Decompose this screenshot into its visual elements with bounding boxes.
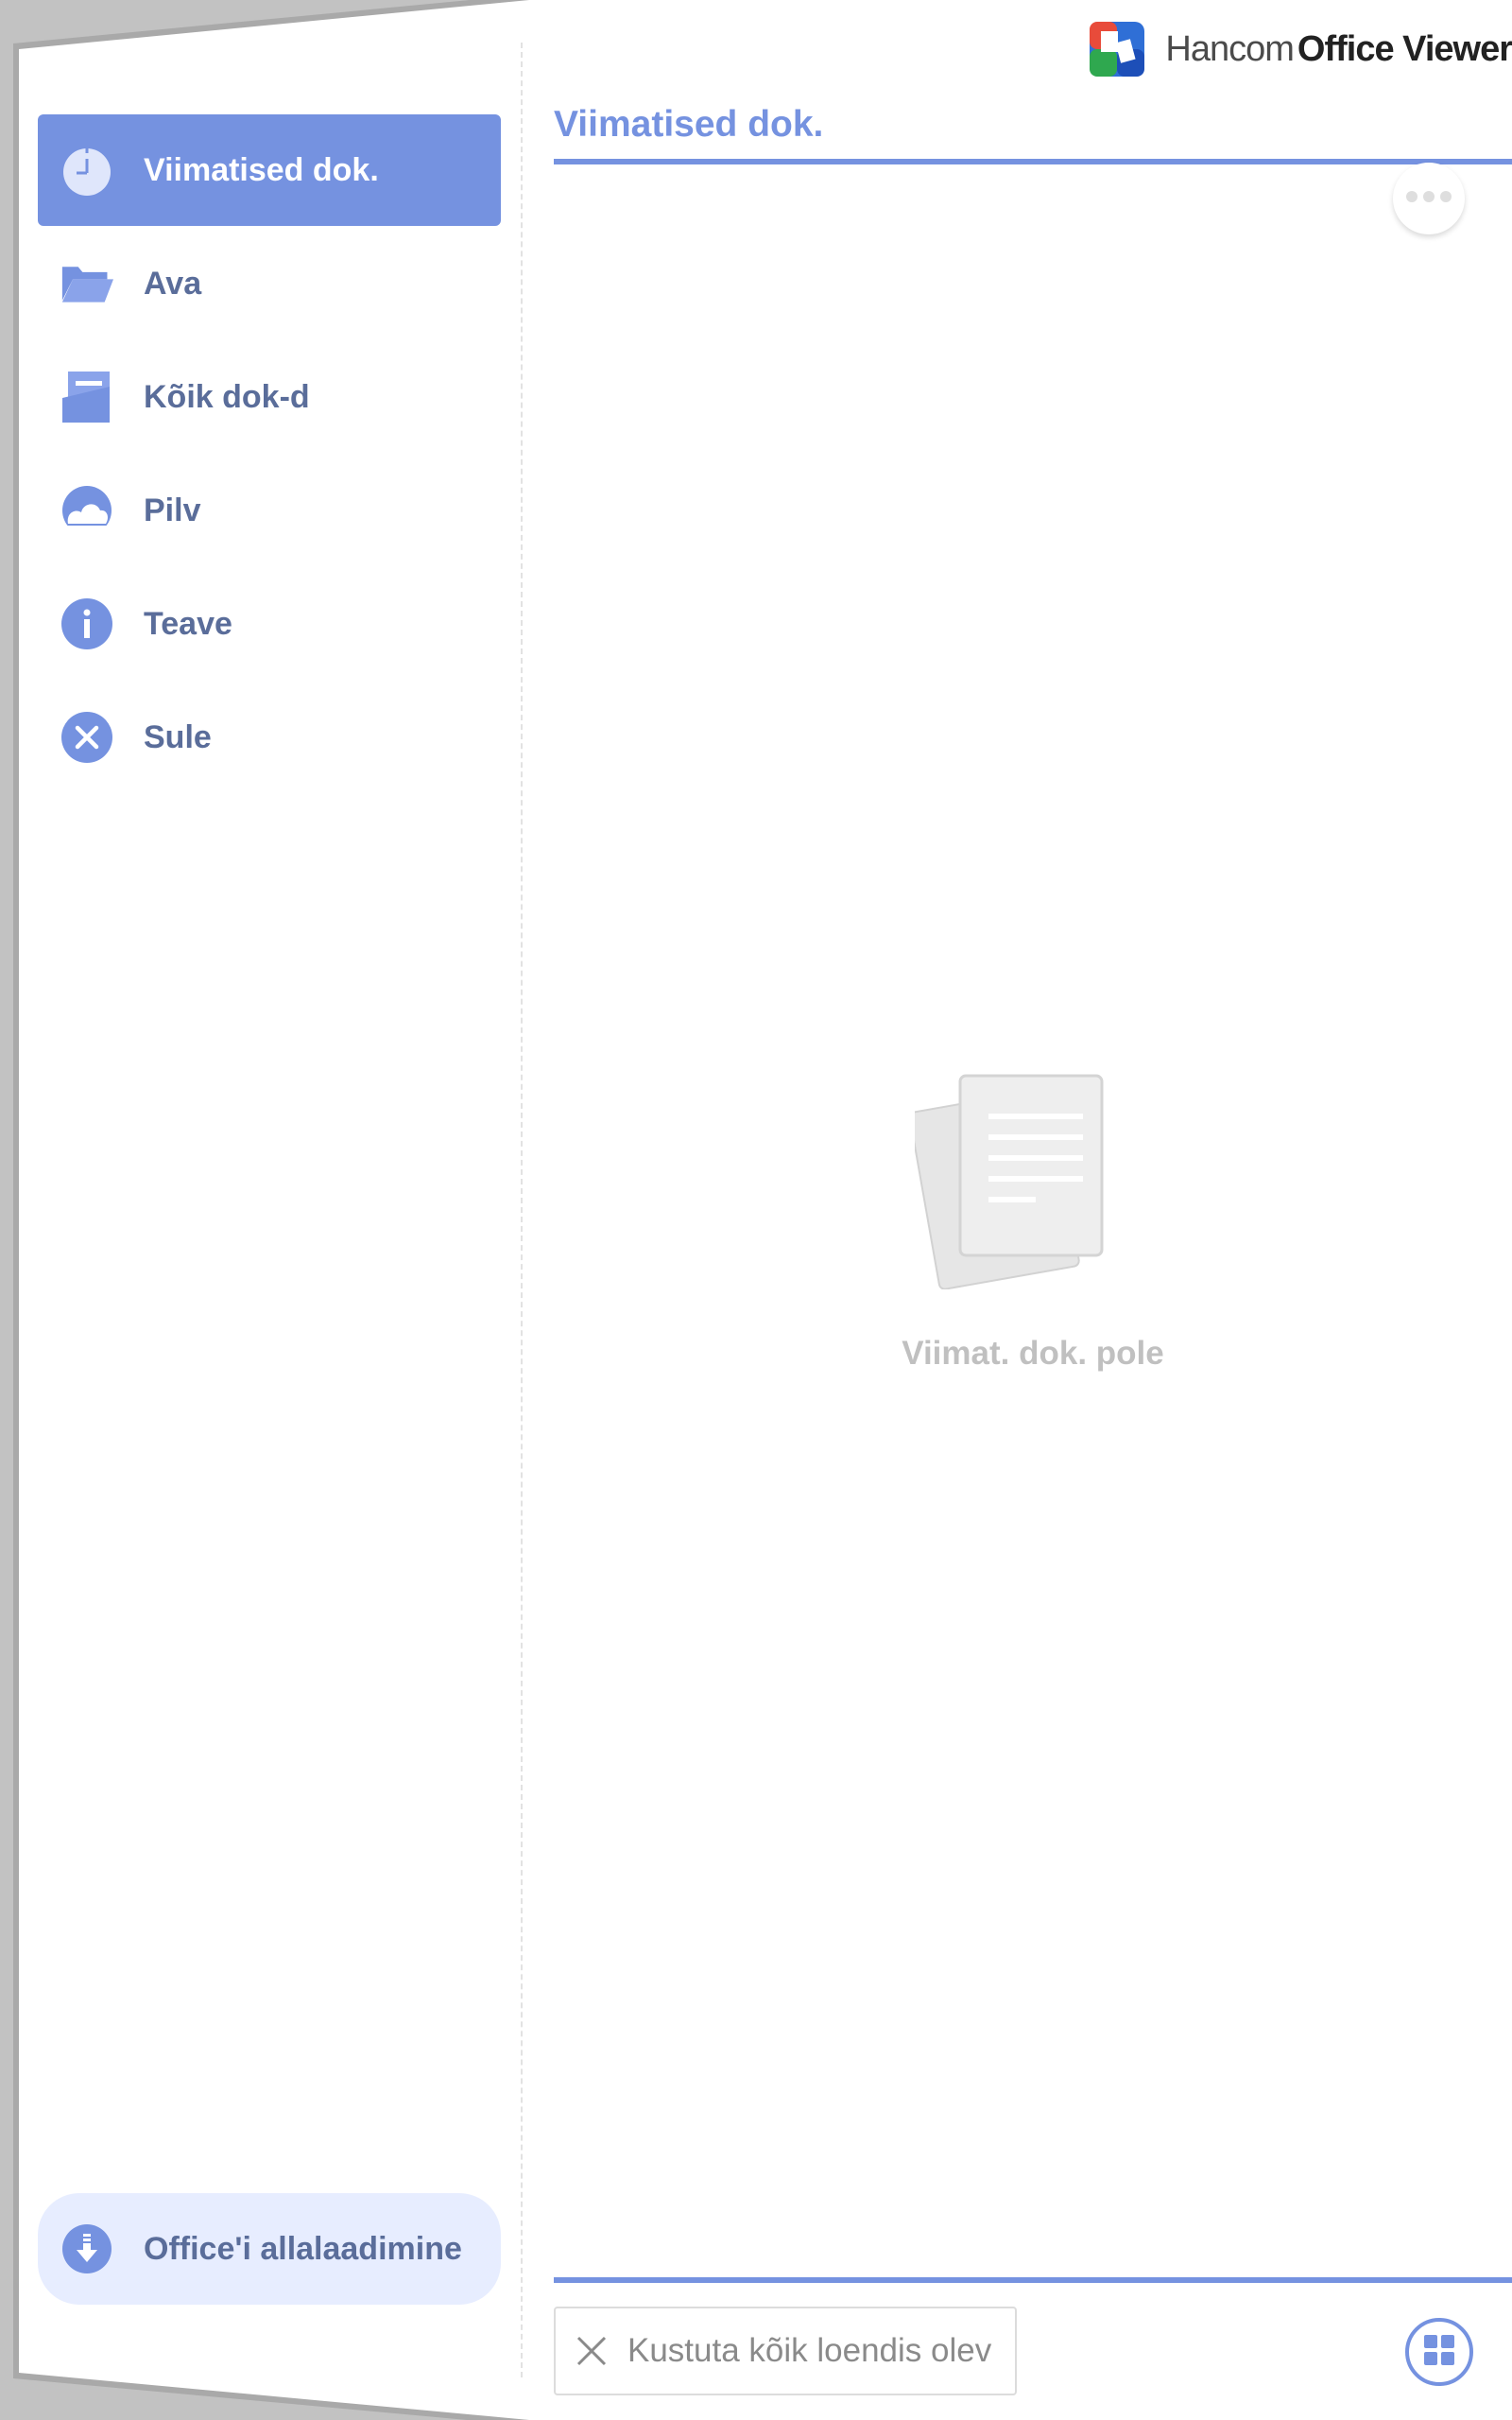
page-title: Viimatised dok.: [554, 104, 824, 145]
sidebar-item-label: Ava: [144, 265, 202, 302]
empty-state-message: Viimat. dok. pole: [902, 1335, 1164, 1372]
app-window: Viimatised dok. Ava Kõik dok-d Pilv Teav…: [0, 0, 1512, 2420]
x-icon: [573, 2332, 610, 2370]
app-logo: Hancom Office Viewer: [1090, 21, 1512, 78]
folder-open-icon: [60, 257, 113, 310]
download-office-button[interactable]: Office'i allalaadimine: [38, 2193, 501, 2305]
more-dots-icon: [1404, 190, 1453, 208]
cloud-icon: [60, 484, 113, 537]
bottom-divider: [554, 2277, 1512, 2283]
sidebar-item-label: Viimatised dok.: [144, 151, 379, 188]
empty-documents-icon: [908, 1072, 1113, 1294]
grid-view-button[interactable]: [1405, 2318, 1473, 2386]
clear-list-button[interactable]: Kustuta kõik loendis olev: [554, 2307, 1017, 2395]
info-icon: [60, 597, 113, 650]
product-name: Office Viewer: [1297, 28, 1512, 69]
sidebar-item-all-documents[interactable]: Kõik dok-d: [38, 341, 501, 453]
sidebar-item-open[interactable]: Ava: [38, 228, 501, 339]
sidebar-item-info[interactable]: Teave: [38, 568, 501, 680]
close-icon: [60, 711, 113, 764]
sidebar-item-recent[interactable]: Viimatised dok.: [38, 114, 501, 226]
download-icon: [60, 2222, 113, 2275]
grid-icon: [1422, 2333, 1456, 2372]
sidebar-item-label: Pilv: [144, 492, 201, 528]
brand-name: Hancom: [1165, 28, 1294, 69]
documents-icon: [60, 371, 113, 424]
panel-divider: [521, 43, 523, 2377]
sidebar-item-close[interactable]: Sule: [38, 682, 501, 793]
hancom-logo-icon: [1090, 22, 1145, 77]
clock-icon: [60, 144, 113, 197]
more-options-button[interactable]: [1393, 163, 1465, 234]
sidebar-item-label: Sule: [144, 718, 212, 755]
title-underline: [554, 159, 1512, 164]
sidebar-item-cloud[interactable]: Pilv: [38, 455, 501, 566]
sidebar-item-label: Teave: [144, 605, 232, 642]
sidebar-item-label: Kõik dok-d: [144, 378, 310, 415]
clear-list-label: Kustuta kõik loendis olev: [627, 2332, 992, 2369]
download-office-label: Office'i allalaadimine: [144, 2230, 462, 2267]
